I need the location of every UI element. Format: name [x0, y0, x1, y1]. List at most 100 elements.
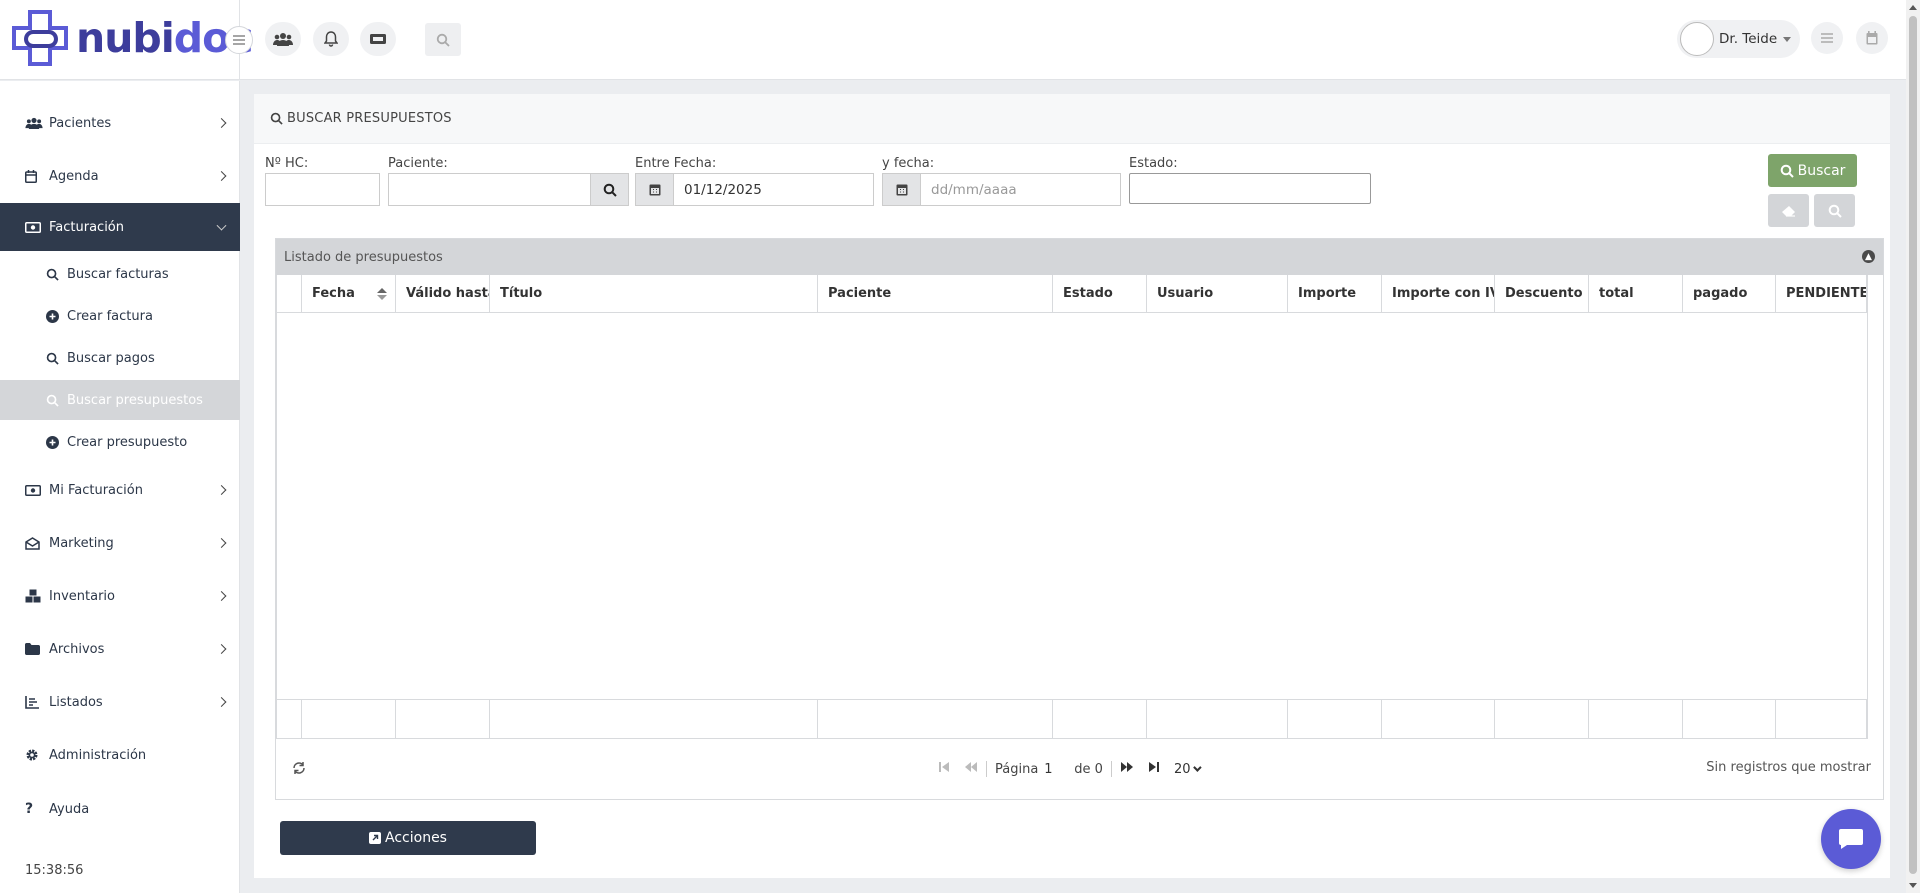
- options-button[interactable]: [1811, 22, 1843, 54]
- rows-per-page-select[interactable]: 20: [1174, 762, 1202, 777]
- chevron-right-icon: [216, 171, 227, 181]
- refresh-button[interactable]: [292, 761, 306, 779]
- patient-input[interactable]: [388, 173, 591, 206]
- sidebar-item-archivos[interactable]: Archivos: [0, 625, 240, 673]
- to-date-calendar-button[interactable]: [882, 173, 921, 206]
- money-icon: [25, 484, 43, 496]
- column-header-usuario[interactable]: Usuario: [1147, 275, 1288, 312]
- grid-pager: Página 1 de 0 20 Sin registros que mostr…: [276, 739, 1883, 799]
- collapse-grid-icon[interactable]: ▲: [1862, 250, 1875, 263]
- chevron-right-icon: [216, 644, 227, 654]
- to-date-label: y fecha:: [882, 156, 935, 171]
- to-date-placeholder: dd/mm/aaaa: [931, 181, 1017, 198]
- plus-circle-icon: [46, 435, 60, 449]
- sidebar-item-marketing[interactable]: Marketing: [0, 519, 240, 567]
- sidebar-subitem-label: Crear factura: [67, 308, 153, 324]
- prev-page-icon: [965, 762, 977, 772]
- sidebar-item-pacientes[interactable]: Pacientes: [0, 99, 240, 147]
- sidebar-item-administracion[interactable]: Administración: [0, 731, 240, 779]
- next-page-icon: [1120, 762, 1133, 772]
- prev-page-button[interactable]: [964, 761, 978, 777]
- clear-filters-button[interactable]: [1768, 194, 1809, 227]
- user-menu[interactable]: Dr. Teide: [1677, 20, 1800, 58]
- grid-caption-label: Listado de presupuestos: [284, 249, 443, 265]
- chevron-down-icon: [1192, 763, 1202, 772]
- sidebar-subitem-buscar-presupuestos[interactable]: Buscar presupuestos: [0, 380, 240, 420]
- next-page-button[interactable]: [1120, 761, 1134, 777]
- advanced-search-button[interactable]: [1814, 194, 1855, 227]
- column-header-descuento[interactable]: Descuento: [1495, 275, 1589, 312]
- notifications-button[interactable]: [313, 22, 349, 56]
- search-icon: [46, 352, 60, 365]
- from-date-input[interactable]: 01/12/2025: [673, 173, 874, 206]
- sidebar-subitem-label: Buscar presupuestos: [67, 392, 203, 408]
- nubidoc-logo[interactable]: nubidoc: [12, 10, 254, 66]
- hc-input[interactable]: [265, 173, 380, 206]
- footer-cell: [396, 700, 490, 738]
- tickets-button[interactable]: [360, 22, 396, 56]
- sidebar-subitem-buscar-pagos[interactable]: Buscar pagos: [0, 338, 240, 378]
- column-header-fecha[interactable]: Fecha: [302, 275, 396, 312]
- column-header-paciente[interactable]: Paciente: [818, 275, 1053, 312]
- calendar-icon: [649, 184, 660, 196]
- from-date-calendar-button[interactable]: [635, 173, 674, 206]
- actions-button[interactable]: Acciones: [280, 821, 536, 855]
- sidebar-item-mi-facturacion[interactable]: Mi Facturación: [0, 466, 240, 514]
- column-header-importe-con-iva[interactable]: Importe con IVA: [1382, 275, 1495, 312]
- last-page-button[interactable]: [1148, 761, 1160, 777]
- sidebar-item-facturacion[interactable]: Facturación: [0, 203, 240, 251]
- sidebar-item-label: Listados: [49, 694, 103, 710]
- column-header-total[interactable]: total: [1589, 275, 1683, 312]
- sort-icon: [377, 288, 387, 300]
- scroll-down-icon[interactable]: [1909, 883, 1917, 888]
- search-button-label: Buscar: [1797, 162, 1846, 179]
- hc-label: Nº HC:: [265, 156, 309, 171]
- footer-cell: [1776, 700, 1867, 738]
- footer-cell: [1288, 700, 1382, 738]
- first-page-button[interactable]: [938, 761, 950, 777]
- footer-cell: [818, 700, 1053, 738]
- search-icon: [603, 183, 617, 197]
- scroll-up-icon[interactable]: [1909, 5, 1917, 10]
- search-button[interactable]: Buscar: [1768, 154, 1857, 187]
- sidebar-item-inventario[interactable]: Inventario: [0, 572, 240, 620]
- sidebar-item-ayuda[interactable]: ? Ayuda: [0, 785, 240, 833]
- users-icon: [273, 33, 293, 46]
- footer-cell: [1495, 700, 1589, 738]
- records-info: Sin registros que mostrar: [1706, 760, 1871, 775]
- column-header-pendiente[interactable]: PENDIENTE: [1776, 275, 1867, 312]
- sidebar-subitem-buscar-facturas[interactable]: Buscar facturas: [0, 254, 240, 294]
- clock: 15:38:56: [25, 863, 84, 878]
- column-header-select[interactable]: [276, 275, 302, 312]
- page-input[interactable]: 1: [1044, 762, 1070, 777]
- chat-icon: [1839, 829, 1863, 849]
- column-header-titulo[interactable]: Título: [490, 275, 818, 312]
- calendar-button[interactable]: [1856, 22, 1888, 54]
- column-header-valido-hasta[interactable]: Válido hasta: [396, 275, 490, 312]
- search-icon: [436, 33, 450, 47]
- global-search-button[interactable]: [425, 23, 461, 56]
- to-date-input[interactable]: dd/mm/aaaa: [920, 173, 1121, 206]
- grid-caption: Listado de presupuestos ▲: [276, 239, 1883, 275]
- patients-button[interactable]: [265, 22, 301, 56]
- chat-button[interactable]: [1821, 809, 1881, 869]
- footer-cell: [302, 700, 396, 738]
- column-header-pagado[interactable]: pagado: [1683, 275, 1776, 312]
- sidebar-toggle-button[interactable]: [225, 26, 253, 54]
- sidebar-subitem-crear-presupuesto[interactable]: Crear presupuesto: [0, 422, 240, 462]
- sidebar-item-listados[interactable]: Listados: [0, 678, 240, 726]
- column-header-importe[interactable]: Importe: [1288, 275, 1382, 312]
- sidebar-subitem-crear-factura[interactable]: Crear factura: [0, 296, 240, 336]
- sidebar-item-label: Pacientes: [49, 115, 112, 131]
- sidebar-item-agenda[interactable]: Agenda: [0, 152, 240, 200]
- users-icon: [25, 117, 43, 129]
- page-scrollbar[interactable]: [1906, 0, 1920, 893]
- panel-header: BUSCAR PRESUPUESTOS: [254, 94, 1890, 144]
- external-link-icon: [369, 832, 382, 844]
- scroll-thumb[interactable]: [1909, 16, 1917, 874]
- patient-search-button[interactable]: [590, 173, 629, 206]
- column-header-estado[interactable]: Estado: [1053, 275, 1147, 312]
- status-select[interactable]: [1129, 173, 1371, 204]
- footer-cell: [1147, 700, 1288, 738]
- calendar-icon: [1866, 31, 1878, 45]
